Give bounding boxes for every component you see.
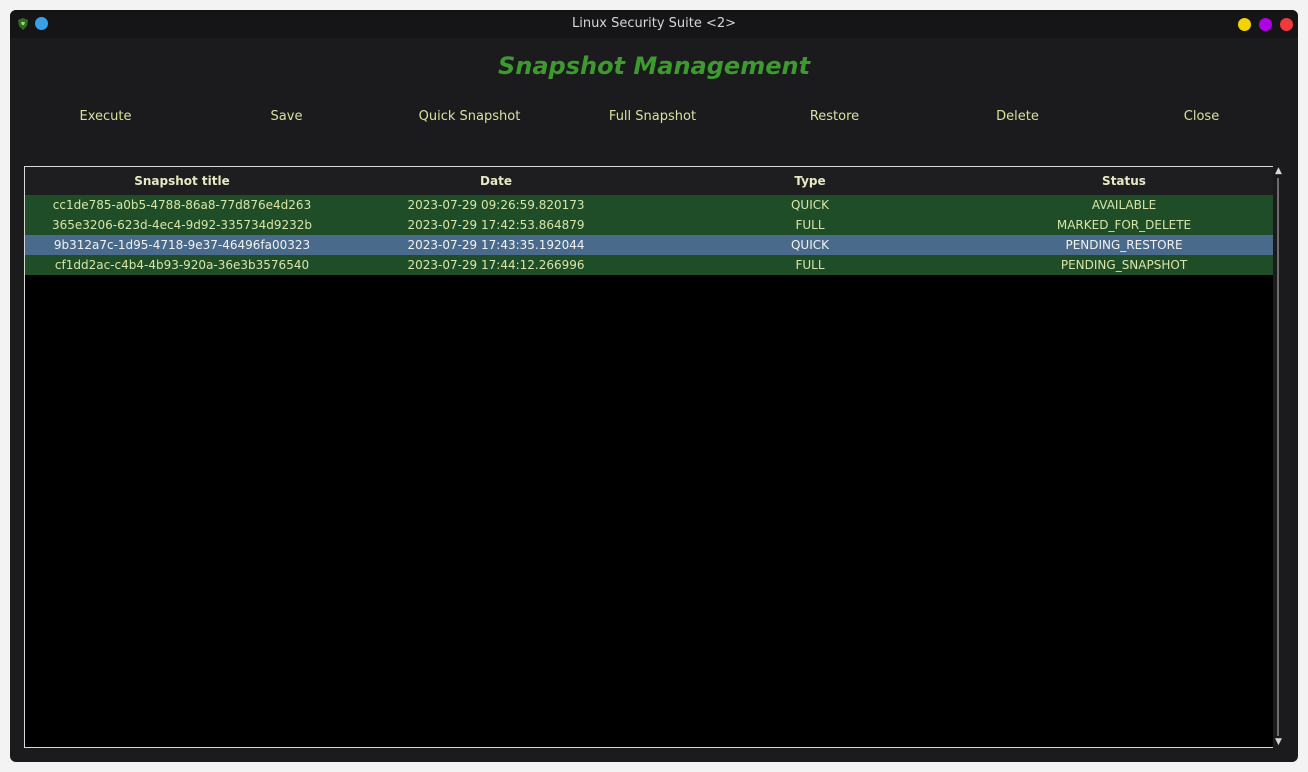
full-snapshot-button[interactable]: Full Snapshot <box>561 106 744 128</box>
cell-title: cc1de785-a0b5-4788-86a8-77d876e4d263 <box>52 198 312 212</box>
close-button[interactable]: Close <box>1110 106 1293 128</box>
column-header-title[interactable]: Snapshot title <box>25 167 339 195</box>
minimize-icon[interactable] <box>1238 18 1251 31</box>
title-bar[interactable]: Linux Security Suite <2> <box>10 10 1298 38</box>
scrollbar-track[interactable] <box>1277 178 1279 736</box>
quick-snapshot-button[interactable]: Quick Snapshot <box>378 106 561 128</box>
cell-date: 2023-07-29 09:26:59.820173 <box>407 198 585 212</box>
page-title: Snapshot Management <box>497 52 811 80</box>
execute-button[interactable]: Execute <box>14 106 197 128</box>
cell-title: 9b312a7c-1d95-4718-9e37-46496fa00323 <box>53 238 311 252</box>
cell-type: QUICK <box>790 238 829 252</box>
cell-status: AVAILABLE <box>1091 198 1157 212</box>
cell-type: FULL <box>795 258 825 272</box>
cell-type: FULL <box>795 218 825 232</box>
cell-title: 365e3206-623d-4ec4-9d92-335734d9232b <box>51 218 313 232</box>
cell-type: QUICK <box>790 198 829 212</box>
close-icon[interactable] <box>1280 18 1293 31</box>
delete-button[interactable]: Delete <box>926 106 1109 128</box>
cell-status: PENDING_RESTORE <box>1065 238 1183 252</box>
save-button[interactable]: Save <box>195 106 378 128</box>
table-row-selected[interactable]: 9b312a7c-1d95-4718-9e37-46496fa00323 202… <box>25 235 1273 255</box>
table-row[interactable]: 365e3206-623d-4ec4-9d92-335734d9232b 202… <box>25 215 1273 235</box>
cell-date: 2023-07-29 17:44:12.266996 <box>407 258 585 272</box>
restore-button[interactable]: Restore <box>743 106 926 128</box>
snapshot-table[interactable]: Snapshot title Date Type Status cc1de785… <box>24 166 1274 748</box>
table-header: Snapshot title Date Type Status <box>25 167 1273 195</box>
column-header-status[interactable]: Status <box>967 167 1273 195</box>
cell-status: MARKED_FOR_DELETE <box>1056 218 1192 232</box>
table-row[interactable]: cc1de785-a0b5-4788-86a8-77d876e4d263 202… <box>25 195 1273 215</box>
app-window: Linux Security Suite <2> Snapshot Manage… <box>10 10 1298 762</box>
cell-title: cf1dd2ac-c4b4-4b93-920a-36e3b3576540 <box>54 258 310 272</box>
vertical-scrollbar[interactable]: ▲ ▼ <box>1273 166 1284 748</box>
column-header-type[interactable]: Type <box>653 167 967 195</box>
scroll-up-arrow-icon[interactable]: ▲ <box>1273 166 1284 177</box>
scroll-down-arrow-icon[interactable]: ▼ <box>1273 737 1284 748</box>
maximize-icon[interactable] <box>1259 18 1272 31</box>
table-row[interactable]: cf1dd2ac-c4b4-4b93-920a-36e3b3576540 202… <box>25 255 1273 275</box>
column-header-date[interactable]: Date <box>339 167 653 195</box>
cell-status: PENDING_SNAPSHOT <box>1060 258 1188 272</box>
cell-date: 2023-07-29 17:42:53.864879 <box>407 218 585 232</box>
toolbar: Execute Save Quick Snapshot Full Snapsho… <box>14 106 1298 128</box>
window-title: Linux Security Suite <2> <box>571 16 737 31</box>
cell-date: 2023-07-29 17:43:35.192044 <box>407 238 585 252</box>
